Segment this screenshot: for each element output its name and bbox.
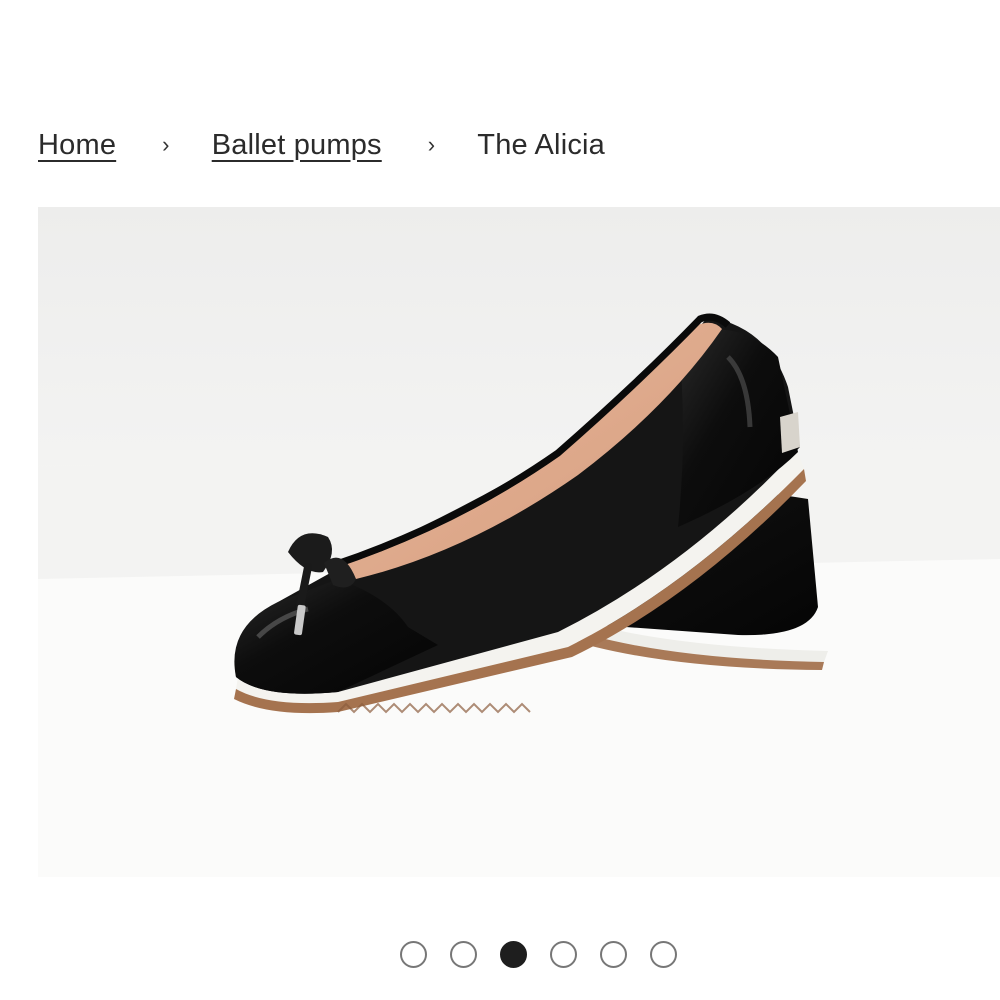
shoe-photo [38, 207, 1000, 877]
carousel-dot-6[interactable] [650, 941, 677, 968]
breadcrumb-home-link[interactable]: Home [38, 129, 116, 162]
carousel-dot-2[interactable] [450, 941, 477, 968]
carousel-dot-5[interactable] [600, 941, 627, 968]
carousel-dot-1[interactable] [400, 941, 427, 968]
breadcrumb-ballet-pumps-link[interactable]: Ballet pumps [212, 129, 382, 162]
carousel-dot-4[interactable] [550, 941, 577, 968]
breadcrumb-separator: › [162, 132, 170, 157]
carousel-dot-3[interactable] [500, 941, 527, 968]
product-image[interactable] [38, 207, 1000, 877]
breadcrumb-separator: › [427, 132, 436, 157]
breadcrumb: Home › Ballet pumps › The Alicia [38, 124, 605, 166]
carousel-pagination [400, 941, 677, 968]
breadcrumb-current: The Alicia [477, 128, 606, 161]
